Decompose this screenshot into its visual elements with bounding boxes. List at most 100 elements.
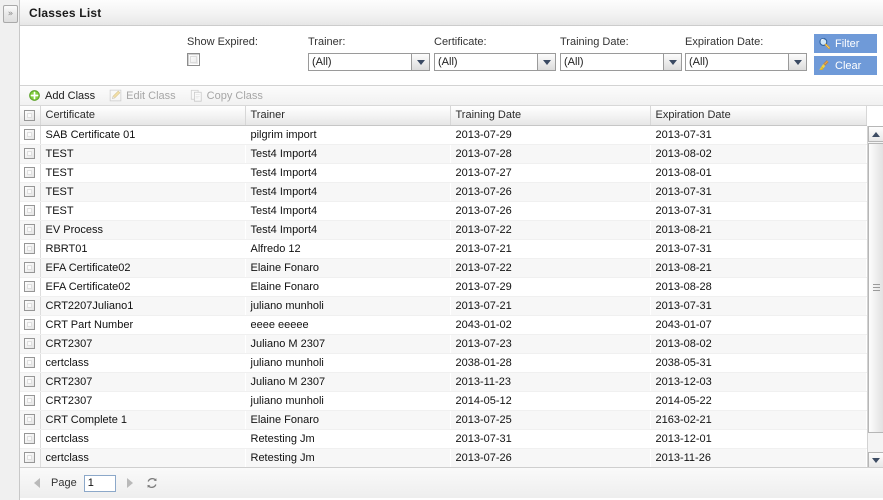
table-row[interactable]: EFA Certificate02 Elaine Fonaro 2013-07-29… [20,277,866,297]
select-all-header[interactable] [20,106,41,126]
trainer-filter-input[interactable] [308,53,411,71]
table-row[interactable]: CRT2207Juliano1 juliano munholi 2013-07-21… [20,296,866,316]
table-row[interactable]: certclass Retesting Jm 2013-07-31 2013-12-0… [20,429,866,449]
training-date-filter-input[interactable] [560,53,663,71]
row-checkbox[interactable] [24,376,35,388]
row-checkbox[interactable] [24,357,35,369]
next-page-button[interactable] [123,476,137,490]
row-select-cell[interactable] [20,239,41,259]
row-checkbox[interactable] [24,224,35,236]
row-checkbox[interactable] [24,205,35,217]
cell-expiration-date: 2014-05-22 [650,391,866,411]
row-select-cell[interactable] [20,334,41,354]
row-checkbox[interactable] [24,281,35,293]
grid-vertical-scrollbar[interactable] [867,126,883,467]
row-select-cell[interactable] [20,258,41,278]
table-row[interactable]: TEST Test4 Import4 2013-07-26 2013-07-31 [20,182,866,202]
row-checkbox[interactable] [24,433,35,445]
expiration-date-filter-combo[interactable] [685,53,807,71]
classes-table: Certificate Trainer Training Date Expira… [20,106,867,467]
expand-panel-button[interactable]: » [3,5,18,23]
row-select-cell[interactable] [20,125,41,145]
certificate-filter-combo[interactable] [434,53,556,71]
table-row[interactable]: CRT2307 juliano munholi 2014-05-12 2014-05-… [20,391,866,411]
show-expired-label: Show Expired: [187,36,258,48]
row-checkbox[interactable] [24,300,35,312]
select-all-checkbox[interactable] [24,109,35,121]
column-header-training-date[interactable]: Training Date [450,106,651,126]
table-row[interactable]: TEST Test4 Import4 2013-07-27 2013-08-01 [20,163,866,183]
table-row[interactable]: CRT Complete 1 Elaine Fonaro 2013-07-25 216… [20,410,866,430]
table-row[interactable]: certclass juliano munholi 2038-01-28 2038-0… [20,353,866,373]
row-select-cell[interactable] [20,410,41,430]
page-number-input[interactable] [83,474,116,492]
row-select-cell[interactable] [20,220,41,240]
row-checkbox[interactable] [24,338,35,350]
cell-trainer: Test4 Import4 [245,144,450,164]
show-expired-checkbox[interactable] [187,53,200,66]
row-checkbox[interactable] [24,148,35,160]
add-class-button[interactable]: Add Class [28,89,95,102]
previous-page-button[interactable] [30,476,44,490]
copy-class-button[interactable]: Copy Class [190,89,263,102]
expiration-date-filter-input[interactable] [685,53,788,71]
row-checkbox[interactable] [24,395,35,407]
row-select-cell[interactable] [20,391,41,411]
column-header-certificate[interactable]: Certificate [40,106,246,126]
table-row[interactable]: certclass Retesting Jm 2013-07-26 2013-11-2… [20,448,866,467]
row-select-cell[interactable] [20,448,41,467]
certificate-filter-dropdown-button[interactable] [537,53,556,71]
triangle-left-icon [34,478,40,488]
trainer-filter-dropdown-button[interactable] [411,53,430,71]
row-select-cell[interactable] [20,372,41,392]
row-select-cell[interactable] [20,429,41,449]
scroll-up-button[interactable] [868,126,883,142]
cell-training-date: 2013-07-25 [450,410,650,430]
table-row[interactable]: CRT2307 Juliano M 2307 2013-07-23 2013-08-0… [20,334,866,354]
row-select-cell[interactable] [20,201,41,221]
edit-class-button[interactable]: Edit Class [109,89,176,102]
filter-button[interactable]: Filter [814,34,877,53]
table-row[interactable]: EFA Certificate02 Elaine Fonaro 2013-07-22… [20,258,866,278]
row-checkbox[interactable] [24,319,35,331]
refresh-button[interactable] [144,475,160,491]
triangle-right-icon [126,478,133,488]
row-checkbox[interactable] [24,243,35,255]
row-select-cell[interactable] [20,277,41,297]
training-date-filter-combo[interactable] [560,53,682,71]
table-row[interactable]: TEST Test4 Import4 2013-07-26 2013-07-31 [20,201,866,221]
table-row[interactable]: SAB Certificate 01 pilgrim import 2013-07-… [20,125,866,145]
row-select-cell[interactable] [20,353,41,373]
table-row[interactable]: EV Process Test4 Import4 2013-07-22 2013-08… [20,220,866,240]
scrollbar-thumb[interactable] [868,143,883,433]
cell-expiration-date: 2163-02-21 [650,410,866,430]
row-select-cell[interactable] [20,144,41,164]
certificate-filter-input[interactable] [434,53,537,71]
trainer-filter-combo[interactable] [308,53,430,71]
cell-trainer: Juliano M 2307 [245,372,450,392]
row-select-cell[interactable] [20,296,41,316]
row-checkbox[interactable] [24,262,35,274]
row-select-cell[interactable] [20,315,41,335]
column-header-trainer[interactable]: Trainer [245,106,451,126]
row-checkbox[interactable] [24,167,35,179]
scroll-down-button[interactable] [868,452,883,467]
column-header-expiration-date[interactable]: Expiration Date [650,106,867,126]
expiration-date-filter-dropdown-button[interactable] [788,53,807,71]
cell-training-date: 2014-05-12 [450,391,650,411]
table-row[interactable]: RBRT01 Alfredo 12 2013-07-21 2013-07-31 [20,239,866,259]
cell-training-date: 2038-01-28 [450,353,650,373]
table-row[interactable]: TEST Test4 Import4 2013-07-28 2013-08-02 [20,144,866,164]
row-checkbox[interactable] [24,452,35,464]
table-row[interactable]: CRT Part Number eeee eeeee 2043-01-02 2043-… [20,315,866,335]
row-checkbox[interactable] [24,186,35,198]
row-select-cell[interactable] [20,182,41,202]
row-select-cell[interactable] [20,163,41,183]
clear-button[interactable]: Clear [814,56,877,75]
row-checkbox[interactable] [24,414,35,426]
cell-certificate: CRT2207Juliano1 [40,296,245,316]
table-row[interactable]: CRT2307 Juliano M 2307 2013-11-23 2013-12-0… [20,372,866,392]
cell-training-date: 2013-07-27 [450,163,650,183]
row-checkbox[interactable] [24,129,35,141]
training-date-filter-dropdown-button[interactable] [663,53,682,71]
